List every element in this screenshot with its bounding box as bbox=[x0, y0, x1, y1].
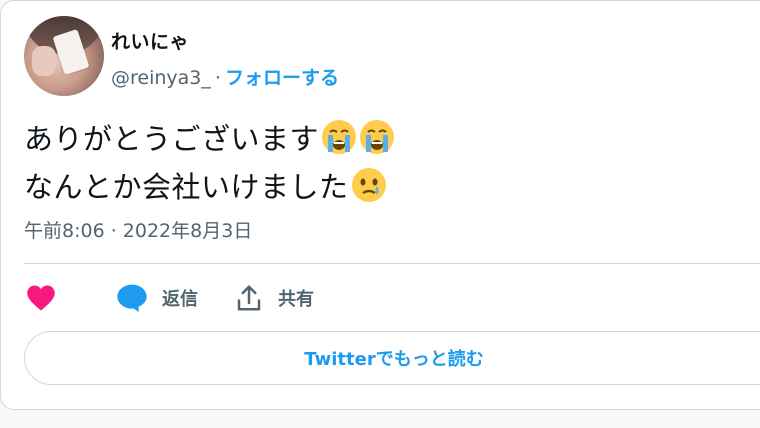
follow-button[interactable]: フォローする bbox=[225, 67, 339, 89]
tweet-line-2: なんとか会社いけました bbox=[24, 163, 395, 211]
share-upload-icon bbox=[237, 285, 261, 311]
reply-label: 返信 bbox=[162, 289, 198, 310]
reply-button[interactable]: 返信 bbox=[116, 283, 198, 313]
speech-bubble-icon bbox=[117, 284, 147, 312]
read-more-button[interactable]: Twitterでもっと読む bbox=[24, 331, 760, 385]
share-button[interactable]: 共有 bbox=[234, 283, 314, 313]
like-button[interactable] bbox=[26, 284, 58, 312]
heart-icon bbox=[27, 285, 55, 311]
separator: · bbox=[214, 67, 221, 89]
tweet-body: ありがとうございます なんとか会社いけました bbox=[24, 115, 395, 211]
divider bbox=[24, 263, 760, 264]
tweet-line-1: ありがとうございます bbox=[24, 115, 395, 163]
face-holding-back-tears-icon bbox=[351, 168, 386, 202]
tweet-card: れいにゃ @reinya3_ · フォローする ありがとうございます なんとか会… bbox=[0, 0, 760, 410]
loudly-crying-face-icon bbox=[360, 120, 395, 154]
author-name[interactable]: れいにゃ bbox=[111, 27, 189, 54]
share-label: 共有 bbox=[278, 289, 314, 310]
handle-row: @reinya3_ · フォローする bbox=[111, 63, 339, 90]
loudly-crying-face-icon bbox=[322, 120, 357, 154]
avatar[interactable] bbox=[24, 16, 104, 96]
timestamp[interactable]: 午前8:06 · 2022年8月3日 bbox=[24, 216, 252, 243]
author-handle[interactable]: @reinya3_ bbox=[111, 67, 211, 89]
action-bar: 返信 共有 bbox=[26, 281, 314, 315]
